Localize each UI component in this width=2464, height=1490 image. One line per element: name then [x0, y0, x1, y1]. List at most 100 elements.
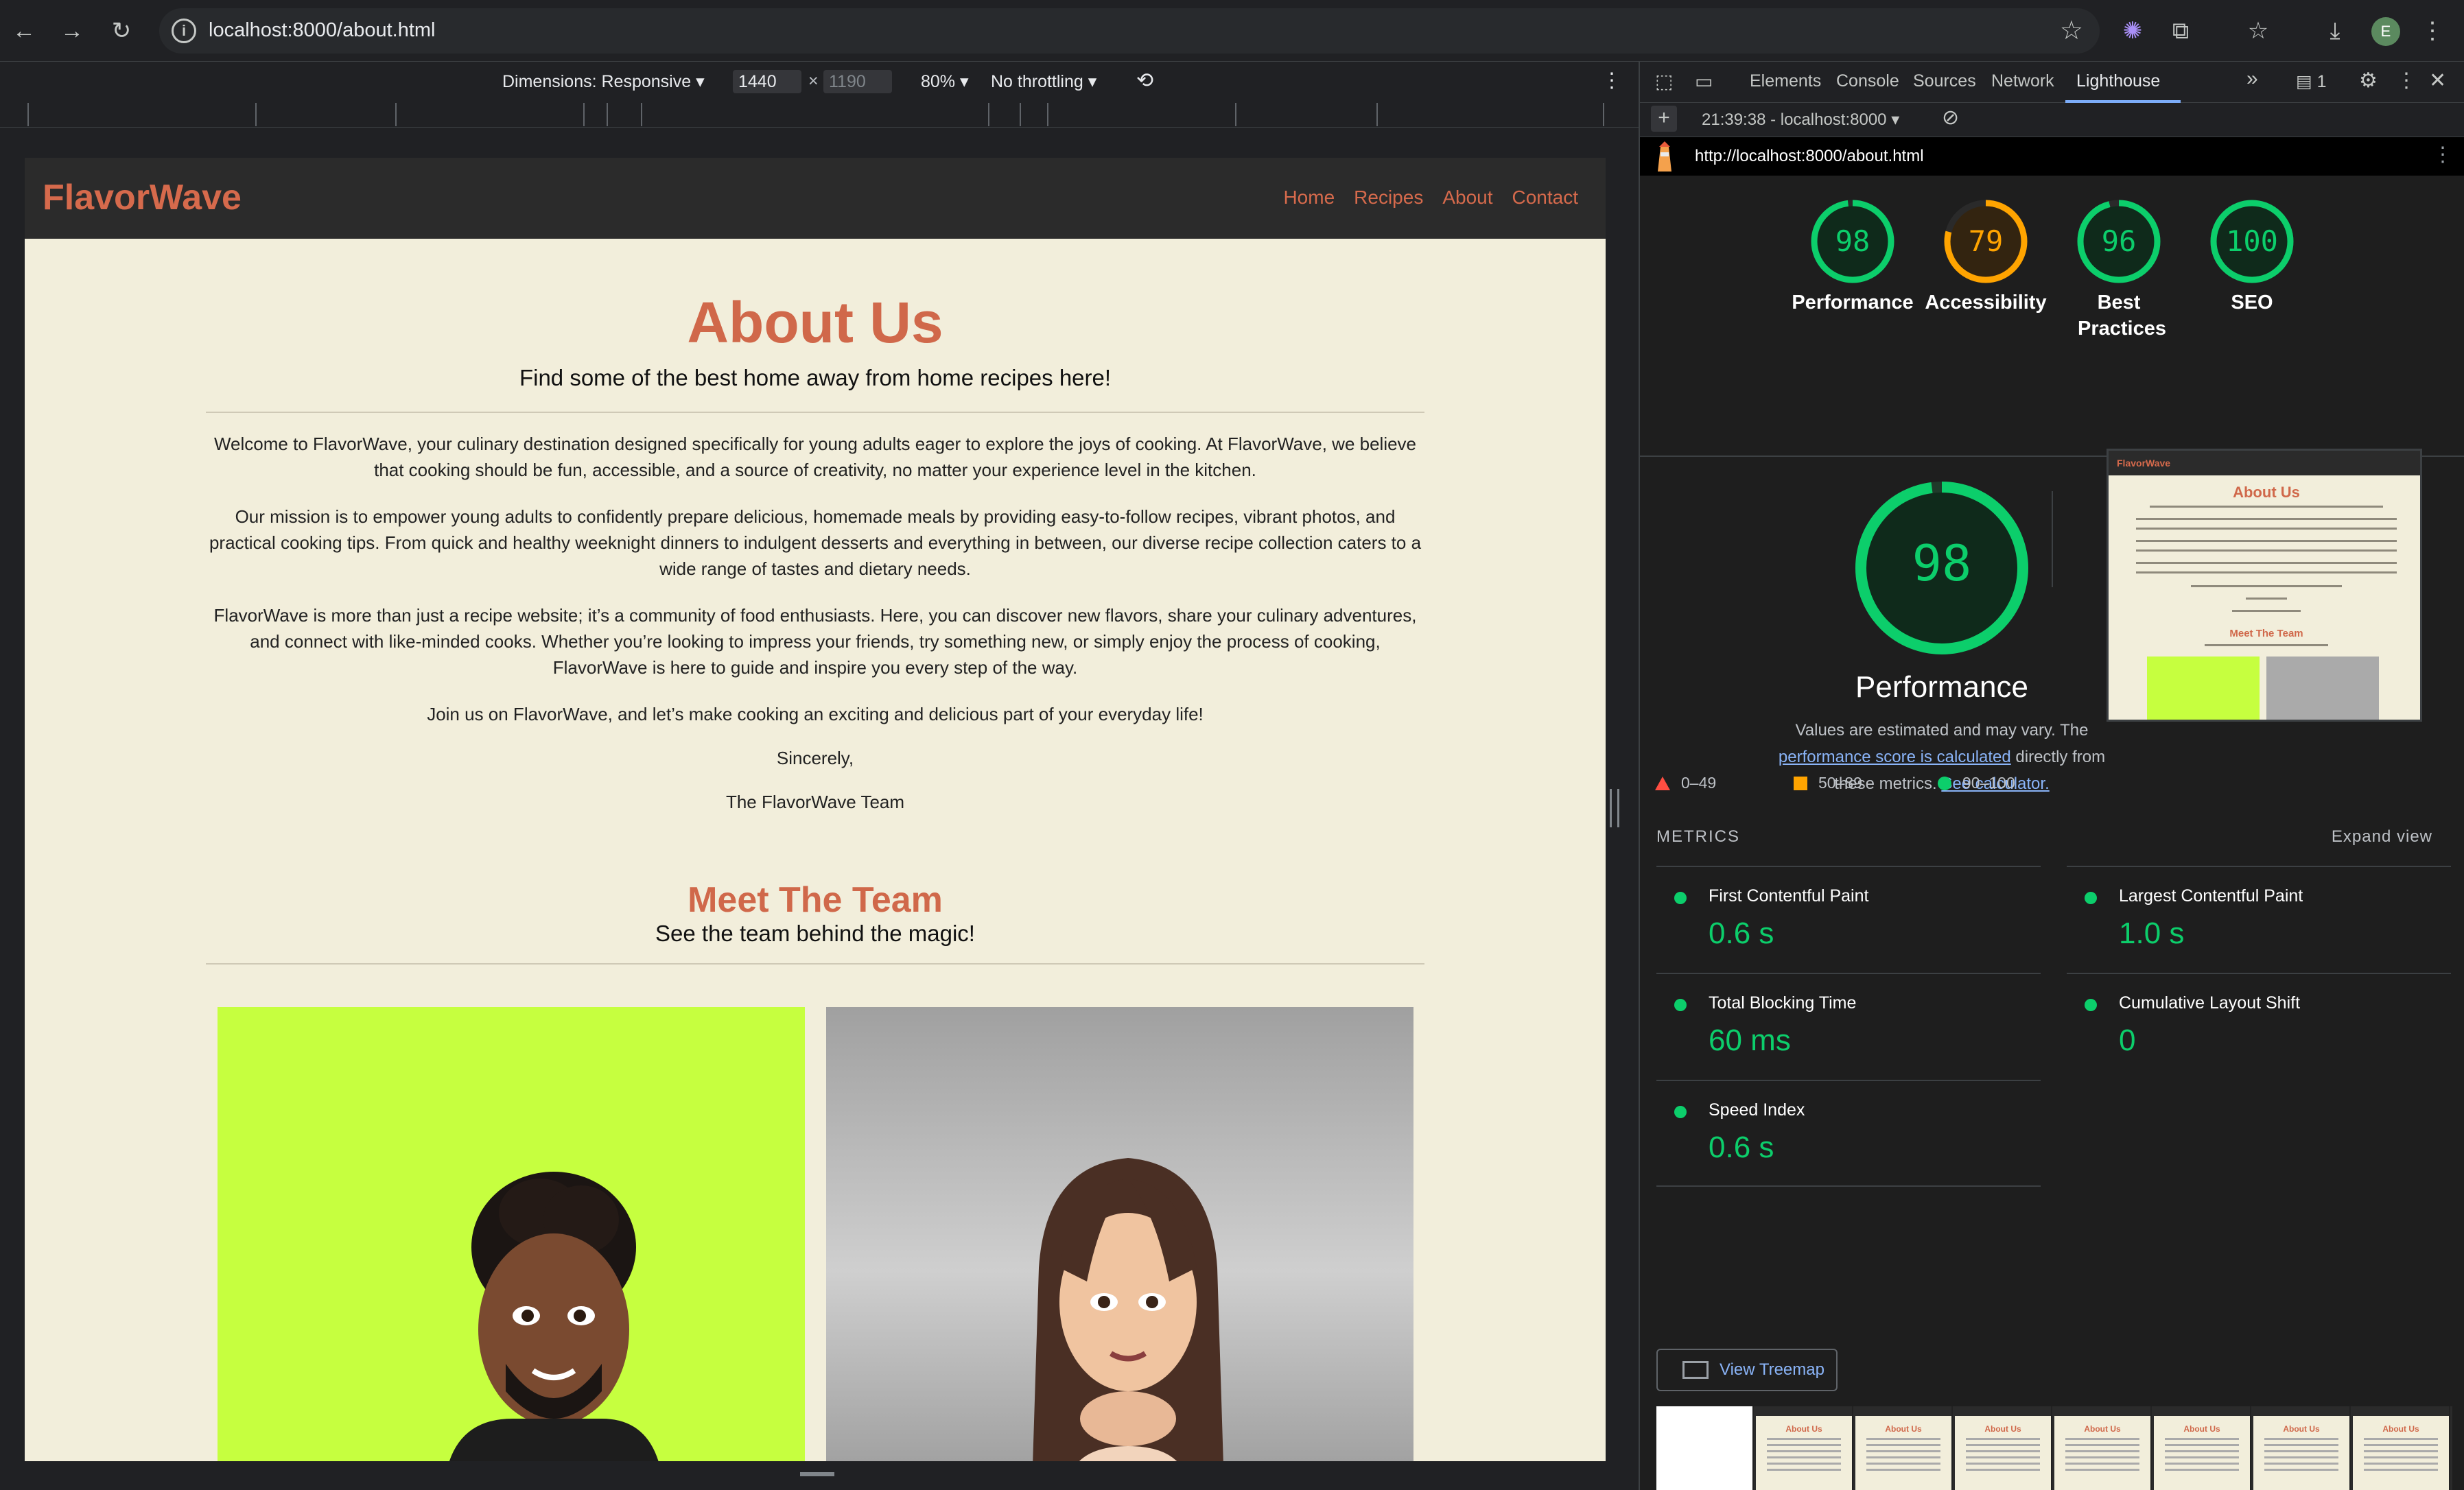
- clear-reports-icon[interactable]: ⊘: [1942, 106, 1959, 130]
- bookmarks-icon[interactable]: ☆: [2242, 15, 2274, 47]
- filmstrip-frame[interactable]: [1656, 1406, 1754, 1490]
- settings-gear-icon[interactable]: ⚙: [2359, 69, 2378, 93]
- devtools-menu-icon[interactable]: ⋮: [2396, 69, 2417, 93]
- ruler-tick[interactable]: [255, 103, 257, 126]
- pass-circle-icon: [1674, 999, 1687, 1011]
- forward-arrow-icon[interactable]: →: [56, 15, 88, 47]
- profile-avatar[interactable]: E: [2371, 17, 2400, 46]
- expand-view-toggle[interactable]: Expand view: [2332, 827, 2432, 847]
- address-url[interactable]: localhost:8000/about.html: [209, 19, 436, 42]
- bottom-resize-handle[interactable]: [800, 1472, 834, 1476]
- view-treemap-button[interactable]: View Treemap: [1656, 1349, 1838, 1391]
- metric-value: 0: [2119, 1024, 2136, 1057]
- ruler-tick[interactable]: [583, 103, 585, 126]
- viewport-resize-handle[interactable]: [1610, 789, 1619, 827]
- thumb-text-line: [2246, 598, 2287, 600]
- issues-count: 1: [2316, 72, 2327, 91]
- note-prefix: Values are estimated and may vary. The: [1795, 721, 2089, 740]
- lighthouse-url-bar: http://localhost:8000/about.html ⋮: [1640, 137, 2464, 176]
- width-input[interactable]: 1440: [733, 70, 801, 93]
- ruler-tick[interactable]: [27, 103, 29, 126]
- browser-menu-icon[interactable]: ⋮: [2417, 15, 2448, 47]
- tab-lighthouse[interactable]: Lighthouse: [2076, 71, 2160, 91]
- nav-contact-link[interactable]: Contact: [1512, 187, 1579, 209]
- frame-text-line: [2364, 1463, 2438, 1465]
- metric-fcp: First Contentful Paint 0.6 s: [1656, 866, 2041, 973]
- ruler-tick[interactable]: [641, 103, 642, 126]
- nav-about-link[interactable]: About: [1442, 187, 1492, 209]
- site-info-icon[interactable]: i: [172, 19, 196, 43]
- issues-counter[interactable]: ▤ 1: [2296, 71, 2326, 92]
- device-toolbar-menu-icon[interactable]: ⋮: [1601, 69, 1622, 93]
- thumb-text-line: [2150, 506, 2383, 508]
- frame-text-line: [2264, 1450, 2338, 1452]
- height-input[interactable]: 1190: [823, 70, 892, 93]
- dimensions-dropdown[interactable]: Dimensions: Responsive ▾: [502, 71, 705, 92]
- team-member-photo-2: [826, 1007, 1413, 1461]
- ruler-tick[interactable]: [1235, 103, 1236, 126]
- bookmark-star-icon[interactable]: ☆: [2060, 15, 2083, 46]
- score-gauge-accessibility[interactable]: 79 Accessibility: [1917, 196, 2054, 316]
- more-tabs-icon[interactable]: »: [2246, 67, 2258, 91]
- performance-detail: 98 Performance Values are estimated and …: [1750, 477, 2134, 797]
- female-avatar-illustration: [1033, 1158, 1223, 1461]
- throttling-dropdown[interactable]: No throttling ▾: [991, 71, 1096, 92]
- ruler-tick[interactable]: [1047, 103, 1048, 126]
- thumb-photo: [2147, 657, 2260, 720]
- report-menu-icon[interactable]: ⋮: [2432, 143, 2453, 167]
- report-url[interactable]: http://localhost:8000/about.html: [1695, 147, 1924, 166]
- device-toggle-icon[interactable]: ▭: [1695, 70, 1713, 93]
- thumb-text-line: [2191, 585, 2342, 587]
- filmstrip-frame[interactable]: About Us: [1855, 1406, 1953, 1490]
- ruler-tick[interactable]: [1376, 103, 1378, 126]
- team-subtitle: See the team behind the magic!: [655, 921, 975, 946]
- score-gauge-best-practices[interactable]: 96 Best Practices: [2050, 196, 2187, 342]
- site-logo[interactable]: FlavorWave: [43, 177, 242, 218]
- legend-fail-range: 0–49: [1681, 774, 1717, 792]
- thumb-photo: [2266, 657, 2379, 720]
- filmstrip-frame[interactable]: About Us: [2154, 1406, 2251, 1490]
- ruler-tick[interactable]: [1020, 103, 1021, 126]
- frame-text-line: [2264, 1456, 2338, 1458]
- score-value: 100: [2226, 224, 2278, 258]
- tab-sources[interactable]: Sources: [1913, 71, 1976, 91]
- ruler-tick[interactable]: [607, 103, 608, 126]
- extension-brain-icon[interactable]: ✺: [2117, 15, 2148, 47]
- nav-recipes-link[interactable]: Recipes: [1354, 187, 1423, 209]
- filmstrip-frame[interactable]: About Us: [2353, 1406, 2450, 1490]
- tab-network[interactable]: Network: [1991, 71, 2054, 91]
- ruler-tick[interactable]: [1603, 103, 1604, 126]
- ruler-tick[interactable]: [988, 103, 989, 126]
- about-signoff: Sincerely,: [776, 748, 854, 768]
- performance-large-gauge: 98: [1855, 482, 2028, 654]
- report-selector[interactable]: 21:39:38 - localhost:8000 ▾: [1702, 110, 1899, 130]
- divider: [206, 963, 1424, 965]
- new-report-plus-icon[interactable]: +: [1651, 106, 1677, 132]
- score-gauge-performance[interactable]: 98 Performance: [1784, 196, 1921, 316]
- issues-icon: ▤: [2296, 72, 2312, 91]
- filmstrip-frame[interactable]: About Us: [2054, 1406, 2152, 1490]
- score-calculated-link[interactable]: performance score is calculated: [1779, 748, 2011, 766]
- about-signature: The FlavorWave Team: [725, 792, 905, 812]
- download-icon[interactable]: ⤓: [2319, 15, 2351, 47]
- back-arrow-icon[interactable]: ←: [8, 15, 40, 47]
- rotate-icon[interactable]: ⟲: [1136, 69, 1153, 93]
- close-devtools-icon[interactable]: ✕: [2429, 69, 2446, 93]
- score-gauge-seo[interactable]: 100 SEO: [2183, 196, 2321, 316]
- frame-text-line: [2264, 1444, 2338, 1446]
- address-bar[interactable]: i localhost:8000/about.html ☆: [159, 8, 2100, 54]
- zoom-dropdown[interactable]: 80% ▾: [921, 71, 969, 92]
- tab-console[interactable]: Console: [1836, 71, 1899, 91]
- nav-home-link[interactable]: Home: [1283, 187, 1335, 209]
- inspect-element-icon[interactable]: ⬚: [1655, 70, 1673, 93]
- filmstrip-frame[interactable]: About Us: [2253, 1406, 2351, 1490]
- filmstrip-frame[interactable]: About Us: [1756, 1406, 1853, 1490]
- site-header: FlavorWave Home Recipes About Contact: [25, 158, 1606, 239]
- reload-icon[interactable]: ↻: [106, 15, 137, 47]
- extensions-puzzle-icon[interactable]: ⧉: [2165, 15, 2196, 47]
- report-selector-label: 21:39:38 - localhost:8000: [1702, 110, 1887, 129]
- tab-elements[interactable]: Elements: [1750, 71, 1821, 91]
- filmstrip-frame[interactable]: About Us: [1955, 1406, 2052, 1490]
- ruler-tick[interactable]: [395, 103, 397, 126]
- final-screenshot-thumbnail[interactable]: FlavorWave About Us Meet The Team: [2107, 449, 2422, 722]
